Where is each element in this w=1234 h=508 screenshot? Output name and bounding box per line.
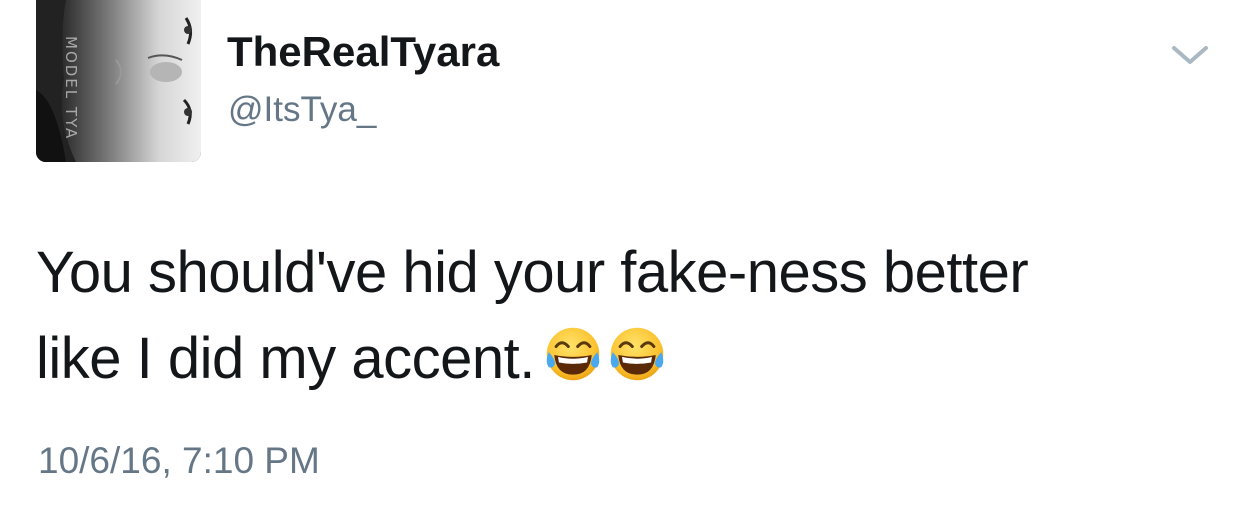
face-with-tears-of-joy-icon xyxy=(546,327,600,381)
display-name[interactable]: TheRealTyara xyxy=(227,26,499,78)
tweet-text: You should've hid your fake-ness better … xyxy=(36,230,1206,402)
avatar[interactable]: MODEL TYA xyxy=(36,0,201,162)
tweet-text-segment: like I did my accent. xyxy=(36,326,535,391)
avatar-photo xyxy=(36,0,201,162)
tweet-text-line: like I did my accent. xyxy=(36,316,1206,402)
tweet-timestamp[interactable]: 10/6/16, 7:10 PM xyxy=(38,438,320,484)
avatar-watermark: MODEL TYA xyxy=(62,35,80,141)
user-handle[interactable]: @ItsTya_ xyxy=(228,88,376,132)
face-with-tears-of-joy-icon xyxy=(610,327,664,381)
tweet-card: MODEL TYA TheRealTyara @ItsTya_ You shou… xyxy=(0,0,1234,508)
chevron-down-icon[interactable] xyxy=(1170,40,1210,70)
tweet-text-line: You should've hid your fake-ness better xyxy=(36,240,1029,305)
